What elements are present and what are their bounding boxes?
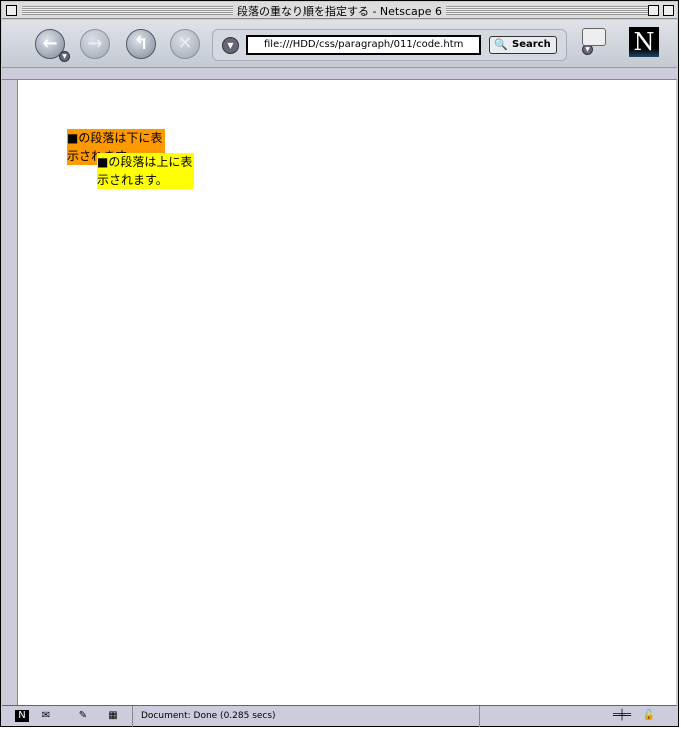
- online-icon[interactable]: ═╪═: [610, 710, 634, 722]
- netscape-icon[interactable]: N: [15, 710, 29, 722]
- print-icon[interactable]: [582, 28, 606, 46]
- reload-button[interactable]: ↰: [126, 29, 156, 59]
- tab-bar: [2, 69, 677, 80]
- title-bar[interactable]: 段落の重なり順を指定する - Netscape 6: [2, 2, 677, 19]
- security-lock-icon[interactable]: 🔓: [642, 710, 656, 722]
- url-input[interactable]: file:///HDD/css/paragraph/011/code.htm: [246, 35, 481, 55]
- back-dropdown-icon[interactable]: ▼: [59, 51, 70, 62]
- mail-icon[interactable]: ✉: [39, 710, 53, 722]
- window-title-text: 段落の重なり順を指定する - Netscape 6: [232, 5, 447, 18]
- history-dropdown-icon[interactable]: ▼: [222, 37, 239, 54]
- stop-button[interactable]: ✕: [170, 29, 200, 59]
- paragraph-upper: ■の段落は上に表示されます。: [97, 153, 194, 189]
- browser-window: 段落の重なり順を指定する - Netscape 6 ← ▼ → ↰ ✕ ▼ ▼ …: [0, 0, 679, 727]
- status-text: Document: Done (0.285 secs): [132, 706, 480, 727]
- window-title: 段落の重なり順を指定する - Netscape 6: [2, 3, 677, 19]
- search-label: Search: [512, 39, 551, 50]
- zoom-box[interactable]: [648, 5, 659, 16]
- url-text: file:///HDD/css/paragraph/011/code.htm: [264, 39, 464, 50]
- collapse-box[interactable]: [663, 5, 674, 16]
- composer-icon[interactable]: ✎: [76, 710, 90, 722]
- netscape-logo[interactable]: N: [629, 27, 659, 57]
- status-bar: N ✉ ✎ ▦ Document: Done (0.285 secs) ═╪═ …: [2, 705, 677, 727]
- search-icon: 🔍: [494, 38, 508, 51]
- forward-button[interactable]: →: [80, 29, 110, 59]
- sidebar-collapse-strip[interactable]: [6, 80, 16, 705]
- address-book-icon[interactable]: ▦: [106, 710, 120, 722]
